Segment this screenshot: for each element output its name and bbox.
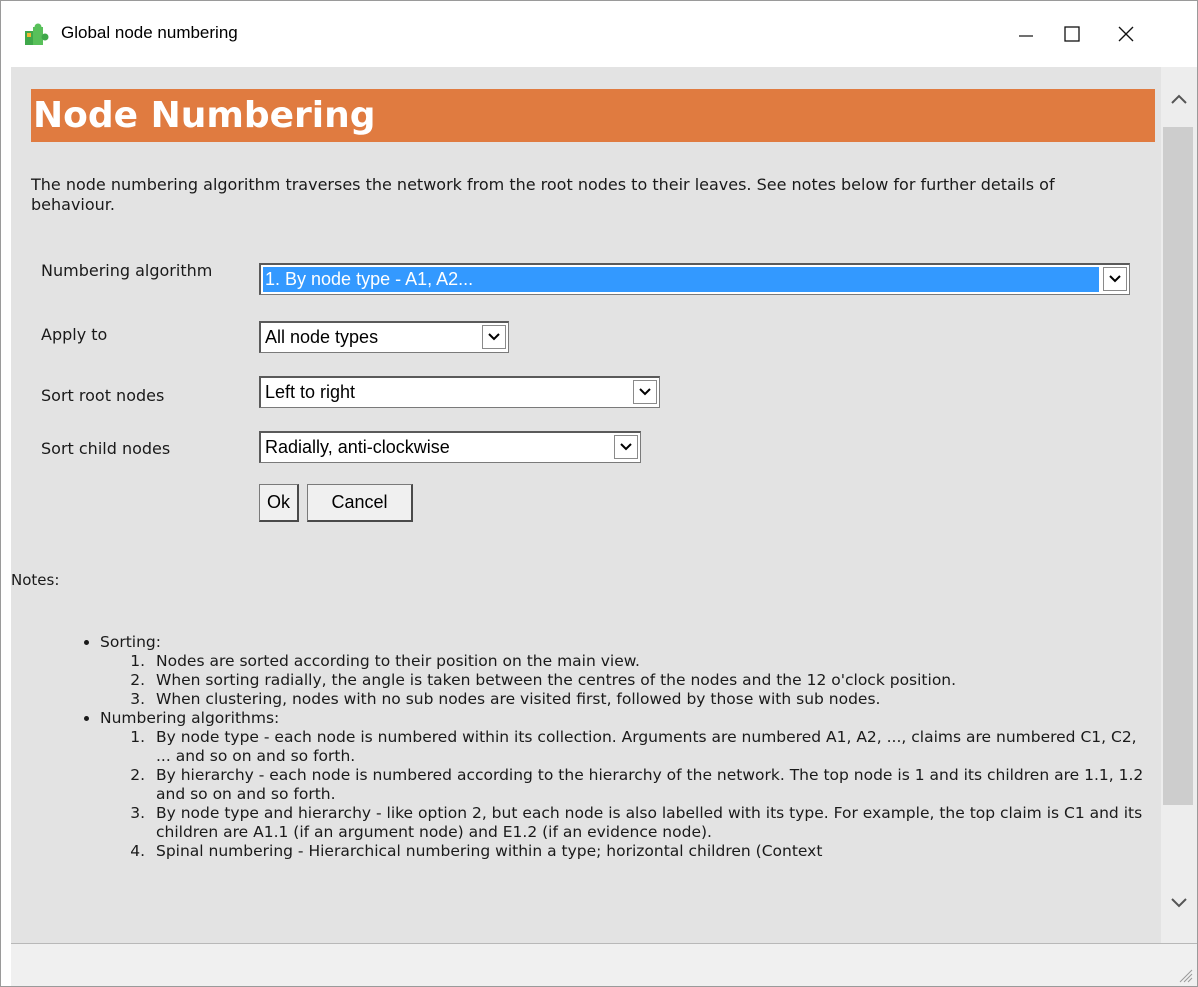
resize-grip-icon[interactable] [1175,965,1193,983]
notes-section: Numbering algorithms: By node type - eac… [100,709,1151,861]
title-bar[interactable]: Global node numbering [1,1,1197,67]
heading-banner: Node Numbering [31,89,1155,142]
sort-child-nodes-select[interactable]: Radially, anti-clockwise [259,431,641,463]
notes-section-title: Sorting: [100,633,161,651]
notes-list: Sorting: Nodes are sorted according to t… [71,633,1151,861]
chevron-down-icon[interactable] [482,325,506,349]
chevron-down-icon[interactable] [633,380,657,404]
cancel-button[interactable]: Cancel [307,484,413,522]
apply-to-select[interactable]: All node types [259,321,509,353]
scrollbar-thumb[interactable] [1163,127,1193,805]
list-item: By hierarchy - each node is numbered acc… [150,766,1151,804]
sort-root-nodes-label: Sort root nodes [41,386,165,405]
numbering-algorithm-value: 1. By node type - A1, A2... [265,269,474,289]
list-item: By node type and hierarchy - like option… [150,804,1151,842]
notes-section: Sorting: Nodes are sorted according to t… [100,633,1151,709]
numbering-algorithm-label: Numbering algorithm [41,261,213,280]
apply-to-label: Apply to [41,325,108,344]
sort-root-nodes-select[interactable]: Left to right [259,376,660,408]
minimize-button[interactable] [1001,1,1051,67]
status-bar [11,943,1197,986]
minimize-icon [1019,35,1033,37]
chevron-up-icon[interactable] [1167,89,1191,109]
list-item: Spinal numbering - Hierarchical numberin… [150,842,1151,861]
chevron-down-icon[interactable] [1103,267,1127,291]
sort-root-nodes-value: Left to right [265,382,356,402]
chevron-down-icon[interactable] [614,435,638,459]
ok-button[interactable]: Ok [259,484,299,522]
numbering-algorithm-select[interactable]: 1. By node type - A1, A2... [259,263,1130,295]
content-panel: Node Numbering The node numbering algori… [11,67,1161,943]
list-item: When sorting radially, the angle is take… [150,671,1151,690]
list-item: When clustering, nodes with no sub nodes… [150,690,1151,709]
list-item: By node type - each node is numbered wit… [150,728,1151,766]
window-title: Global node numbering [61,23,238,42]
close-button[interactable] [1101,1,1151,67]
close-icon [1118,26,1134,42]
sort-child-nodes-value: Radially, anti-clockwise [265,437,450,457]
vertical-scrollbar[interactable] [1161,67,1197,943]
chevron-down-icon[interactable] [1167,893,1191,913]
page-title: Node Numbering [33,95,376,136]
puzzle-piece-icon [23,23,49,47]
maximize-icon [1064,26,1080,42]
notes-section-title: Numbering algorithms: [100,709,280,727]
dialog-window: Global node numbering Node Numbering The… [0,0,1198,987]
apply-to-value: All node types [265,327,379,347]
notes-label: Notes: [11,571,60,589]
maximize-button[interactable] [1047,1,1097,67]
sort-child-nodes-label: Sort child nodes [41,439,171,458]
intro-text: The node numbering algorithm traverses t… [31,175,1055,214]
list-item: Nodes are sorted according to their posi… [150,652,1151,671]
